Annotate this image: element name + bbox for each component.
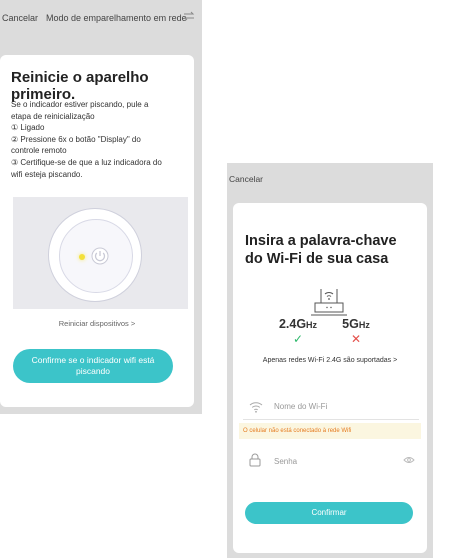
- confirm-indicator-button[interactable]: Confirme se o indicador wifi está piscan…: [13, 349, 173, 383]
- instructions: Se o indicador estiver piscando, pule a …: [11, 99, 189, 180]
- band-unit: Hz: [358, 320, 370, 330]
- pairing-mode-switch[interactable]: Modo de emparelhamento em rede: [46, 13, 187, 23]
- page-title: Reinicie o aparelho primeiro.: [11, 69, 149, 103]
- wifi-indicator-light: [79, 254, 85, 260]
- supported-networks-link[interactable]: Apenas redes Wi-Fi 2.4G são suportadas >: [233, 357, 427, 364]
- password-field[interactable]: Senha: [243, 453, 419, 473]
- wifi-name-placeholder: Nome do Wi-Fi: [274, 402, 328, 411]
- band-2-4ghz: 2.4GHz ✓: [273, 317, 323, 345]
- password-placeholder: Senha: [274, 457, 298, 466]
- confirm-button[interactable]: Confirmar: [245, 502, 413, 524]
- wifi-icon: [249, 402, 263, 413]
- top-bar: Cancelar Modo de emparelhamento em rede: [0, 0, 202, 38]
- band-5ghz: 5GHz ✕: [331, 317, 381, 345]
- check-icon: ✓: [292, 332, 304, 346]
- instruction-line: etapa de reinicialização: [11, 111, 95, 121]
- wifi-name-field[interactable]: Nome do Wi-Fi: [243, 399, 419, 420]
- band-unit: Hz: [306, 320, 318, 330]
- swap-arrows-icon[interactable]: [183, 10, 195, 22]
- instruction-line: wifi esteja piscando.: [11, 169, 83, 179]
- router-icon: [311, 289, 347, 316]
- eye-icon[interactable]: [403, 456, 415, 464]
- power-icon: [91, 247, 109, 265]
- instruction-line: ② Pressione 6x o botão "Display" do: [11, 134, 141, 144]
- cancel-button[interactable]: Cancelar: [2, 13, 38, 23]
- device-illustration: [13, 197, 188, 309]
- reset-card: Reinicie o aparelho primeiro. Se o indic…: [0, 55, 194, 407]
- instruction-line: controle remoto: [11, 146, 67, 156]
- wifi-card: Insira a palavra-chave do Wi-Fi de sua c…: [233, 203, 427, 553]
- wifi-screen: Cancelar Insira a palavra-chave do Wi-Fi…: [227, 163, 433, 558]
- reset-screen: Cancelar Modo de emparelhamento em rede …: [0, 0, 202, 414]
- device-image: [48, 208, 142, 302]
- instruction-line: ③ Certifique-se de que a luz indicadora …: [11, 157, 162, 167]
- lock-icon: [249, 453, 261, 467]
- reset-devices-link[interactable]: Reiniciar dispositivos >: [0, 319, 194, 328]
- band-value: 5G: [342, 317, 359, 331]
- frequency-bands: 2.4GHz ✓ 5GHz ✕: [273, 317, 387, 353]
- band-value: 2.4G: [278, 317, 307, 331]
- cross-icon: ✕: [350, 332, 362, 346]
- instruction-line: ① Ligado: [11, 123, 45, 133]
- page-title: Insira a palavra-chave do Wi-Fi de sua c…: [245, 233, 397, 267]
- not-connected-warning: O celular não está conectado à rede Wifi: [239, 423, 421, 439]
- instruction-line: Se o indicador estiver piscando, pule a: [11, 100, 149, 109]
- cancel-button[interactable]: Cancelar: [229, 174, 263, 184]
